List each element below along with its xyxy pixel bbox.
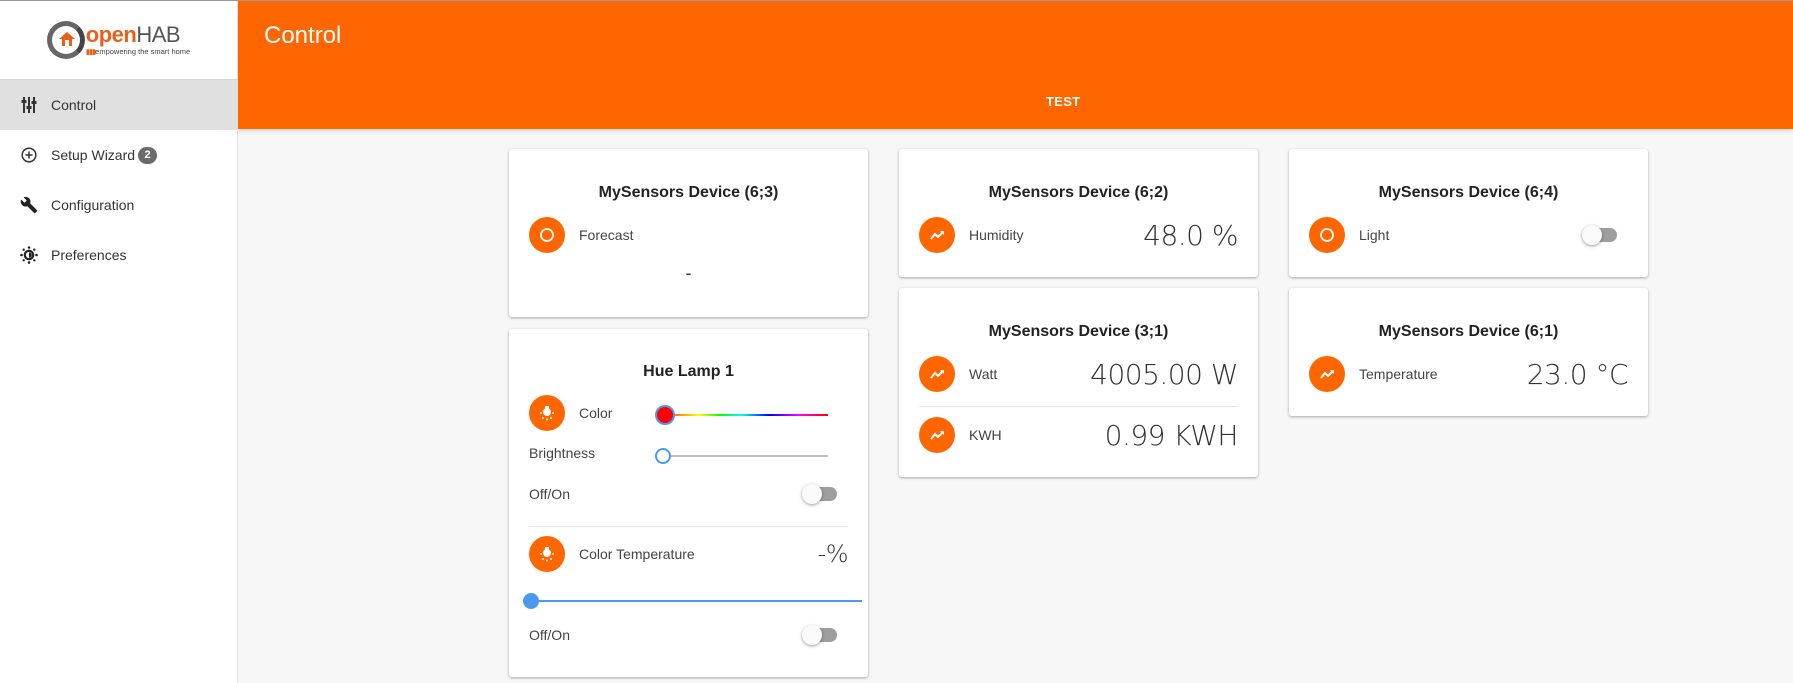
app-header: Control TEST	[238, 0, 1793, 129]
switch-thumb	[802, 484, 822, 504]
color-temp-row: Color Temperature -%	[529, 536, 849, 572]
logo-word-open: open	[85, 21, 137, 47]
color-temp-slider[interactable]	[523, 591, 862, 611]
offon-row: Off/On	[529, 484, 848, 504]
card-temperature: MySensors Device (6;1) Temperature 23.0 …	[1289, 288, 1648, 416]
card-power: MySensors Device (3;1) Watt 4005.00 W KW…	[899, 288, 1258, 477]
humidity-row: Humidity 48.0 %	[919, 217, 1238, 253]
sidebar-item-configuration[interactable]: Configuration	[0, 180, 237, 230]
brightness-slider[interactable]	[655, 446, 828, 466]
sidebar-item-label: Configuration	[51, 197, 135, 213]
sidebar-item-control[interactable]: Control	[0, 80, 237, 130]
temperature-value: 23.0 °C	[1526, 357, 1629, 391]
trending-up-icon	[919, 217, 955, 253]
add-circle-icon	[20, 146, 38, 164]
tab-test[interactable]: TEST	[1046, 94, 1080, 109]
sliders-icon	[20, 96, 38, 114]
page-title: Control	[264, 22, 342, 49]
sidebar-item-label: Setup Wizard	[51, 147, 136, 163]
watt-label: Watt	[969, 366, 998, 382]
lightbulb-icon	[529, 395, 565, 431]
kwh-label: KWH	[969, 427, 1002, 443]
card-hue-lamp: Hue Lamp 1 Color Brightness Off/On Color…	[509, 329, 868, 677]
forecast-value: -	[685, 263, 692, 283]
card-forecast: MySensors Device (6;3) Forecast -	[509, 149, 868, 317]
kwh-value: 0.99 KWH	[1104, 418, 1239, 452]
hue-offon-switch[interactable]	[802, 484, 838, 504]
switch-thumb	[1582, 225, 1602, 245]
card-title: MySensors Device (6;2)	[988, 184, 1169, 201]
openhab-logo[interactable]: openHAB ▮▮▮empowering the smart home	[0, 0, 237, 80]
humidity-value: 48.0 %	[1143, 218, 1238, 252]
divider	[919, 406, 1238, 407]
logo-tagline: empowering the smart home	[95, 46, 191, 56]
temperature-label: Temperature	[1359, 366, 1438, 382]
color-temp-value: -%	[817, 540, 849, 568]
divider	[529, 526, 848, 527]
lightbulb-icon	[529, 536, 565, 572]
wrench-icon	[20, 196, 38, 214]
brightness-slider-track	[655, 455, 828, 457]
offon-label: Off/On	[529, 486, 570, 502]
logo-word-hab: HAB	[136, 21, 181, 47]
light-row: Light	[1309, 217, 1628, 253]
trending-up-icon	[1309, 356, 1345, 392]
trending-up-icon	[919, 417, 955, 453]
sidebar-item-preferences[interactable]: Preferences	[0, 230, 237, 280]
temperature-row: Temperature 23.0 °C	[1309, 356, 1629, 392]
watt-value: 4005.00 W	[1090, 357, 1238, 391]
card-title: MySensors Device (6;1)	[1378, 323, 1559, 340]
switch-thumb	[802, 625, 822, 645]
sidebar-item-label: Preferences	[51, 247, 127, 263]
hue-offon2-switch[interactable]	[802, 625, 838, 645]
color-temp-slider-thumb[interactable]	[523, 593, 539, 609]
trending-up-icon	[919, 356, 955, 392]
card-title: MySensors Device (6;3)	[598, 184, 779, 201]
circle-outline-icon	[1309, 217, 1345, 253]
window-top-border	[0, 0, 1793, 1]
light-switch[interactable]	[1582, 225, 1618, 245]
card-title: MySensors Device (6;4)	[1378, 184, 1559, 201]
card-light: MySensors Device (6;4) Light	[1289, 149, 1648, 277]
light-label: Light	[1359, 227, 1390, 243]
color-hue-slider[interactable]	[655, 405, 828, 425]
offon2-label: Off/On	[529, 627, 570, 643]
openhab-house-icon	[46, 20, 85, 59]
forecast-row: Forecast	[529, 217, 848, 253]
hue-slider-track	[655, 414, 828, 416]
card-title: MySensors Device (3;1)	[988, 323, 1169, 340]
hue-slider-thumb[interactable]	[655, 405, 675, 425]
card-title: Hue Lamp 1	[643, 363, 734, 380]
forecast-label: Forecast	[579, 227, 634, 243]
brightness-slider-thumb[interactable]	[655, 448, 671, 464]
color-temp-label: Color Temperature	[579, 546, 695, 562]
kwh-row: KWH 0.99 KWH	[919, 417, 1239, 453]
offon2-row: Off/On	[529, 625, 848, 645]
brightness-icon	[20, 246, 38, 264]
color-temp-slider-track	[523, 600, 862, 602]
sidebar-item-setup-wizard[interactable]: Setup Wizard 2	[0, 130, 237, 180]
sidebar-item-label: Control	[51, 97, 97, 113]
sidebar: openHAB ▮▮▮empowering the smart home Con…	[0, 0, 238, 683]
setup-wizard-badge: 2	[138, 146, 158, 164]
watt-row: Watt 4005.00 W	[919, 356, 1238, 392]
card-humidity: MySensors Device (6;2) Humidity 48.0 %	[899, 149, 1258, 277]
logo-dots: ▮▮▮	[85, 46, 96, 56]
circle-outline-icon	[529, 217, 565, 253]
humidity-label: Humidity	[969, 227, 1024, 243]
